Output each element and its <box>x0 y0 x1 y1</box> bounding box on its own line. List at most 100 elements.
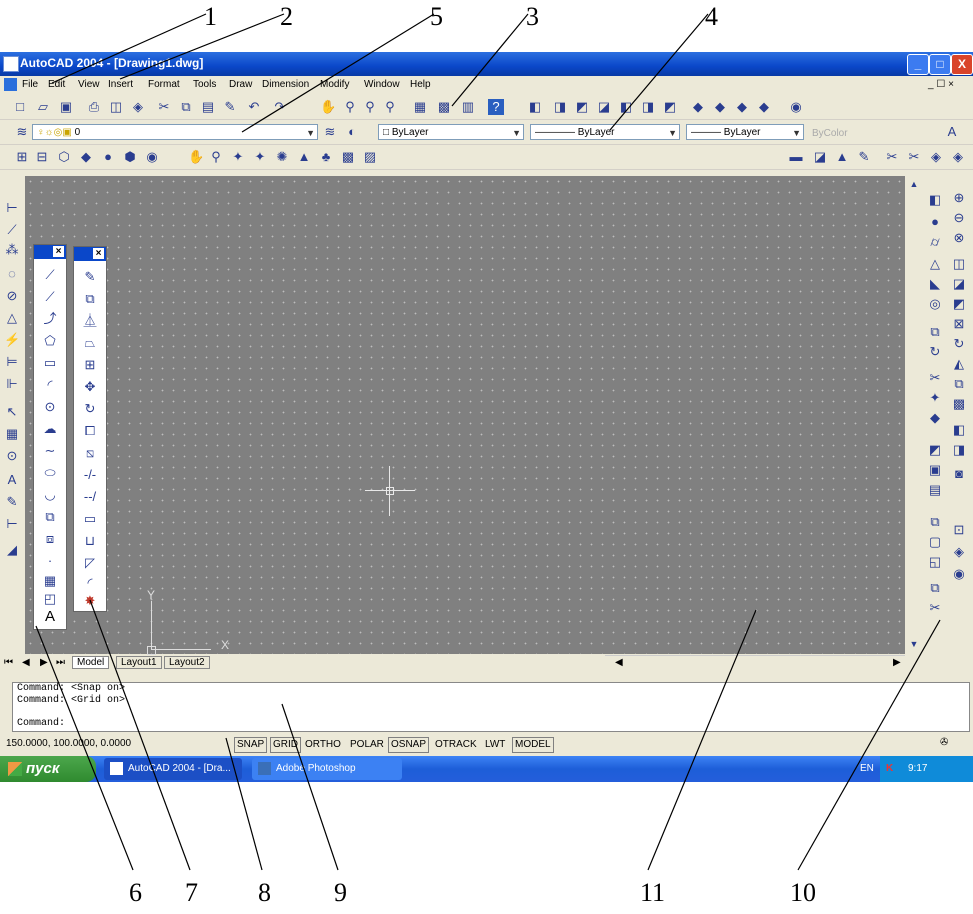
ne-iso-icon[interactable]: ◆ <box>734 99 750 115</box>
next-tab-icon[interactable]: ▶ <box>40 657 48 668</box>
left-view-icon[interactable]: ◩ <box>574 99 590 115</box>
open-icon[interactable]: ▱ <box>35 99 51 115</box>
menu-edit[interactable]: Edit <box>48 79 65 90</box>
zoom-previous-icon[interactable]: ⚲ <box>382 99 398 115</box>
taskbar-item-autocad[interactable]: AutoCAD 2004 - [Dra... <box>104 758 242 780</box>
spline-icon[interactable]: ∼ <box>42 443 58 459</box>
tab-layout1[interactable]: Layout1 <box>116 656 162 669</box>
snap-button[interactable]: SNAP <box>234 737 268 753</box>
copy-icon[interactable]: ⧉ <box>178 99 194 115</box>
last-tab-icon[interactable]: ⏭ <box>56 657 65 668</box>
mirror-icon[interactable]: ⏅ <box>82 313 98 329</box>
color-faces-icon[interactable]: ▩ <box>951 396 967 412</box>
sphere-icon[interactable]: ● <box>927 214 943 230</box>
move-icon[interactable]: ✥ <box>82 379 98 395</box>
new-icon[interactable]: □ <box>12 99 28 115</box>
otrack-button[interactable]: OTRACK <box>432 737 480 753</box>
intersect-icon[interactable]: ⊗ <box>951 230 967 246</box>
setup-view-icon[interactable]: ▣ <box>927 462 943 478</box>
nw-iso-icon[interactable]: ◆ <box>756 99 772 115</box>
background-icon[interactable]: ▨ <box>362 149 378 165</box>
shade-icon[interactable]: ◉ <box>144 149 160 165</box>
diameter-dim-icon[interactable]: ⊘ <box>4 288 20 304</box>
point-icon[interactable]: · <box>42 553 58 569</box>
separate-icon[interactable]: ◈ <box>951 544 967 560</box>
document-icon[interactable] <box>4 78 17 91</box>
front-view-icon[interactable]: ◧ <box>618 99 634 115</box>
dim-text-edit-icon[interactable]: ✎ <box>4 494 20 510</box>
zoom-3d-icon[interactable]: ⚲ <box>208 149 224 165</box>
properties-icon[interactable]: ▦ <box>412 99 428 115</box>
aligned-dim-icon[interactable]: ⟋ <box>4 222 20 238</box>
osnap-button[interactable]: OSNAP <box>388 737 430 753</box>
flat-shaded-icon[interactable]: ◆ <box>78 149 94 165</box>
back-view-icon[interactable]: ◨ <box>640 99 656 115</box>
menu-window[interactable]: Window <box>364 79 400 90</box>
torus-icon[interactable]: ◎ <box>927 296 943 312</box>
first-tab-icon[interactable]: ⏮ <box>4 657 13 668</box>
menu-format[interactable]: Format <box>148 79 180 90</box>
polar-button[interactable]: POLAR <box>347 737 387 753</box>
polygon-icon[interactable]: ⬠ <box>42 333 58 349</box>
top-view-icon[interactable]: ◧ <box>527 99 543 115</box>
color-dropdown[interactable]: □ ByLayer ▼ <box>378 124 524 140</box>
distance-icon[interactable]: ✎ <box>856 149 872 165</box>
insert-block-icon[interactable]: ⧉ <box>42 509 58 525</box>
tool-palettes-icon[interactable]: ▥ <box>460 99 476 115</box>
continue-dim-icon[interactable]: ⊩ <box>4 376 20 392</box>
union-icon[interactable]: ⊕ <box>951 190 967 206</box>
maximize-button[interactable]: □ <box>929 54 951 75</box>
scroll-down-icon[interactable]: ▼ <box>906 636 922 652</box>
close-icon[interactable]: × <box>93 248 104 259</box>
menu-tools[interactable]: Tools <box>193 79 216 90</box>
ellipse-arc-icon[interactable]: ◡ <box>42 487 58 503</box>
design-center-icon[interactable]: ▩ <box>436 99 452 115</box>
menu-draw[interactable]: Draw <box>229 79 252 90</box>
fog-icon[interactable]: ▩ <box>340 149 356 165</box>
setup-drawing-icon[interactable]: ◩ <box>927 442 943 458</box>
dim-update-icon[interactable]: ⊢ <box>4 516 20 532</box>
make-current-layer-icon[interactable]: ≋ <box>322 124 338 140</box>
box-icon[interactable]: ◧ <box>927 192 943 208</box>
id-point-icon[interactable]: ◈ <box>928 149 944 165</box>
save-icon[interactable]: ▣ <box>58 99 74 115</box>
array-icon[interactable]: ⊞ <box>82 357 98 373</box>
horizontal-scrollbar[interactable]: ◀ ▶ <box>605 655 905 672</box>
draw-order-icon[interactable]: ▲ <box>834 149 850 165</box>
help-icon[interactable]: ? <box>488 99 504 115</box>
polyline-icon[interactable]: ⤴ <box>42 311 58 327</box>
render-icon[interactable]: ✦ <box>230 149 246 165</box>
pan-icon[interactable]: ✋ <box>320 99 336 115</box>
arc-icon[interactable]: ◜ <box>42 377 58 393</box>
tab-layout2[interactable]: Layout2 <box>164 656 210 669</box>
document-controls[interactable]: _ ☐ × <box>928 79 954 90</box>
section-icon[interactable]: ✦ <box>927 390 943 406</box>
camera-icon[interactable]: ◉ <box>788 99 804 115</box>
scene-icon[interactable]: ✦ <box>252 149 268 165</box>
line-icon[interactable]: ⟋ <box>42 267 58 283</box>
dim-style-icon[interactable]: ▬ <box>788 149 804 165</box>
linetype-dropdown[interactable]: ———— ByLayer ▼ <box>530 124 680 140</box>
imprint-icon[interactable]: ◙ <box>951 466 967 482</box>
app-icon[interactable] <box>3 56 19 72</box>
ordinate-dim-icon[interactable]: ⁂ <box>4 242 20 258</box>
trim-icon[interactable]: -/- <box>82 467 98 483</box>
revision-cloud-icon[interactable]: ☁ <box>42 421 58 437</box>
clean-icon[interactable]: ⊡ <box>951 522 967 538</box>
setup-profile-icon[interactable]: ▤ <box>927 482 943 498</box>
iso-view-icon[interactable]: ◩ <box>662 99 678 115</box>
match-properties-icon[interactable]: ✎ <box>222 99 238 115</box>
linear-dim-icon[interactable]: ⊢ <box>4 200 20 216</box>
layer-previous-icon[interactable]: ◐ <box>344 124 360 140</box>
explode-solid-icon[interactable]: ✂ <box>927 600 943 616</box>
close-button[interactable]: X <box>951 54 973 75</box>
drawing-area[interactable]: Y X <box>25 176 905 655</box>
landscape-icon[interactable]: ♣ <box>318 149 334 165</box>
scroll-left-icon[interactable]: ◀ <box>615 657 623 668</box>
scale-icon[interactable]: ⧠ <box>82 423 98 439</box>
bottom-view-icon[interactable]: ◨ <box>552 99 568 115</box>
slice-icon[interactable]: ✂ <box>927 370 943 386</box>
rotate-faces-icon[interactable]: ↻ <box>951 336 967 352</box>
se-iso-icon[interactable]: ◆ <box>712 99 728 115</box>
vertical-scrollbar[interactable]: ▲ ▼ <box>905 176 923 654</box>
